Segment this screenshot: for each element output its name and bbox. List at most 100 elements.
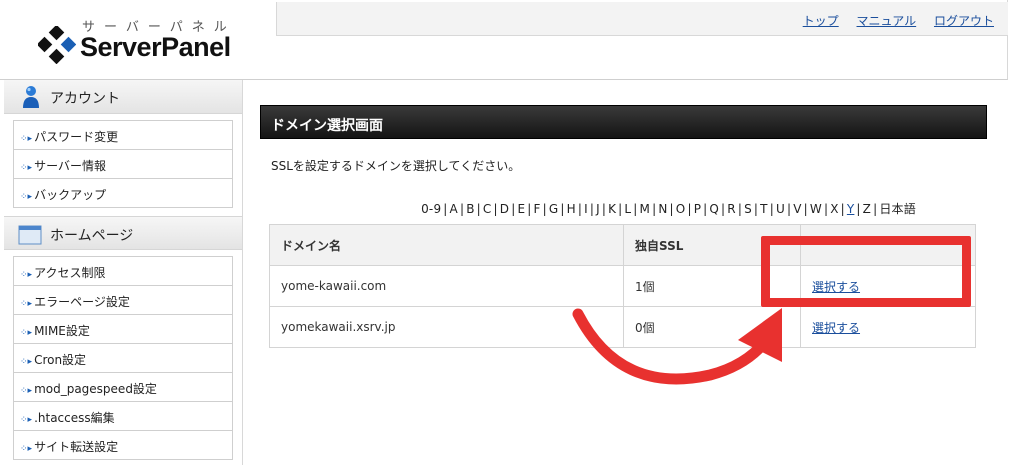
arrow-bullet-icon: ⁘▸: [20, 270, 33, 280]
alphabet-filter-x[interactable]: X: [830, 202, 838, 216]
alphabet-filter-k[interactable]: K: [608, 202, 616, 216]
sidebar: アカウント ⁘▸ パスワード変更 ⁘▸ サーバー情報 ⁘▸ バックアップ ホームページ…: [4, 80, 243, 465]
alphabet-filter-j[interactable]: J: [596, 202, 600, 216]
sidebar-item-backup[interactable]: ⁘▸ バックアップ: [14, 179, 232, 208]
header: サーバーパネル ServerPanel トップ マニュアル ログアウト: [0, 0, 1008, 80]
sidebar-section-account: アカウント: [4, 80, 242, 114]
alphabet-filter-y[interactable]: Y: [847, 202, 855, 216]
section-title: アカウント: [50, 91, 120, 107]
nav-manual-link[interactable]: マニュアル: [857, 14, 917, 28]
separator: |: [769, 202, 774, 216]
separator: |: [601, 202, 607, 216]
arrow-bullet-icon: ⁘▸: [20, 415, 33, 425]
alphabet-filter-q[interactable]: Q: [709, 202, 719, 216]
nav-logout-link[interactable]: ログアウト: [934, 14, 994, 28]
separator: |: [753, 202, 759, 216]
logo-brand: ServerPanel: [80, 32, 231, 62]
separator: |: [703, 202, 708, 216]
sidebar-item-server-info[interactable]: ⁘▸ サーバー情報: [14, 150, 232, 179]
separator: |: [577, 202, 583, 216]
separator: |: [589, 202, 595, 216]
highlight-box-annotation: [761, 236, 971, 307]
alphabet-filter-d[interactable]: D: [500, 202, 509, 216]
sidebar-item-password[interactable]: ⁘▸ パスワード変更: [14, 121, 232, 150]
sidebar-section-homepage: ホームページ: [4, 216, 242, 250]
separator: |: [669, 202, 674, 216]
logo[interactable]: サーバーパネル ServerPanel: [4, 2, 272, 78]
nav-top-link[interactable]: トップ: [803, 14, 839, 28]
alphabet-filter-t[interactable]: T: [760, 202, 768, 216]
alphabet-filter-g[interactable]: G: [549, 202, 559, 216]
sidebar-item-htaccess[interactable]: ⁘▸ .htaccess編集: [14, 402, 232, 431]
separator: |: [443, 202, 448, 216]
alphabet-filter-s[interactable]: S: [744, 202, 752, 216]
alphabet-filter-japanese[interactable]: 日本語: [879, 202, 916, 216]
arrow-bullet-icon: ⁘▸: [20, 444, 33, 454]
user-icon: [23, 86, 39, 108]
arrow-bullet-icon: ⁘▸: [20, 192, 33, 202]
alphabet-filter-u[interactable]: U: [776, 202, 785, 216]
separator: |: [721, 202, 726, 216]
header-bar: トップ マニュアル ログアウト: [276, 2, 1008, 36]
alphabet-filter-z[interactable]: Z: [863, 202, 871, 216]
alphabet-filter-v[interactable]: V: [793, 202, 801, 216]
window-icon: [18, 225, 42, 245]
separator: |: [856, 202, 861, 216]
alphabet-filter-b[interactable]: B: [466, 202, 474, 216]
alphabet-filter-n[interactable]: N: [658, 202, 667, 216]
alphabet-filter-c[interactable]: C: [483, 202, 492, 216]
arrow-bullet-icon: ⁘▸: [20, 386, 33, 396]
sidebar-item-access-control[interactable]: ⁘▸ アクセス制限: [14, 257, 232, 286]
instruction-text: SSLを設定するドメインを選択してください。: [271, 159, 521, 173]
separator: |: [542, 202, 547, 216]
account-menu: ⁘▸ パスワード変更 ⁘▸ サーバー情報 ⁘▸ バックアップ: [13, 120, 233, 208]
logo-diamond-icon: [38, 26, 76, 64]
separator: |: [618, 202, 623, 216]
sidebar-item-error-page[interactable]: ⁘▸ エラーページ設定: [14, 286, 232, 315]
sidebar-item-cron[interactable]: ⁘▸ Cron設定: [14, 344, 232, 373]
alphabet-filter: 0-9 | A | B | C | D | E | F | G | H | I | J | K | L | M | N | O | P | Q | R |…: [350, 200, 987, 217]
separator: |: [840, 202, 845, 216]
arrow-bullet-icon: ⁘▸: [20, 299, 33, 309]
section-title: ホームページ: [50, 228, 134, 244]
select-domain-link[interactable]: 選択する: [812, 321, 860, 335]
alphabet-filter-w[interactable]: W: [810, 202, 822, 216]
header-nav: トップ マニュアル ログアウト: [789, 12, 994, 29]
separator: |: [511, 202, 516, 216]
separator: |: [687, 202, 692, 216]
arrow-bullet-icon: ⁘▸: [20, 163, 33, 173]
column-header-domain: ドメイン名: [269, 224, 624, 266]
alphabet-filter-f[interactable]: F: [533, 202, 540, 216]
action-cell: 選択する: [800, 306, 976, 348]
separator: |: [873, 202, 878, 216]
alphabet-filter-r[interactable]: R: [727, 202, 736, 216]
separator: |: [493, 202, 498, 216]
separator: |: [786, 202, 792, 216]
page-title: ドメイン選択画面: [260, 105, 987, 139]
arrow-bullet-icon: ⁘▸: [20, 357, 33, 367]
alphabet-filter-e[interactable]: E: [517, 202, 525, 216]
sidebar-item-pagespeed[interactable]: ⁘▸ mod_pagespeed設定: [14, 373, 232, 402]
alphabet-filter-a[interactable]: A: [450, 202, 458, 216]
separator: |: [633, 202, 638, 216]
separator: |: [652, 202, 657, 216]
separator: |: [476, 202, 481, 216]
homepage-menu: ⁘▸ アクセス制限 ⁘▸ エラーページ設定 ⁘▸ MIME設定 ⁘▸ Cron設定 ⁘▸…: [13, 256, 233, 460]
alphabet-filter-m[interactable]: M: [640, 202, 651, 216]
separator: |: [823, 202, 829, 216]
separator: |: [459, 202, 465, 216]
separator: |: [560, 202, 565, 216]
alphabet-filter-i[interactable]: I: [584, 202, 588, 216]
alphabet-filter-p[interactable]: P: [694, 202, 701, 216]
alphabet-filter-o[interactable]: O: [676, 202, 686, 216]
alphabet-filter-0-9[interactable]: 0-9: [421, 202, 441, 216]
separator: |: [803, 202, 808, 216]
arrow-bullet-icon: ⁘▸: [20, 328, 33, 338]
arrow-bullet-icon: ⁘▸: [20, 134, 33, 144]
sidebar-item-mime[interactable]: ⁘▸ MIME設定: [14, 315, 232, 344]
sidebar-item-redirect[interactable]: ⁘▸ サイト転送設定: [14, 431, 232, 460]
alphabet-filter-h[interactable]: H: [567, 202, 576, 216]
separator: |: [737, 202, 743, 216]
alphabet-filter-l[interactable]: L: [624, 202, 631, 216]
separator: |: [527, 202, 532, 216]
